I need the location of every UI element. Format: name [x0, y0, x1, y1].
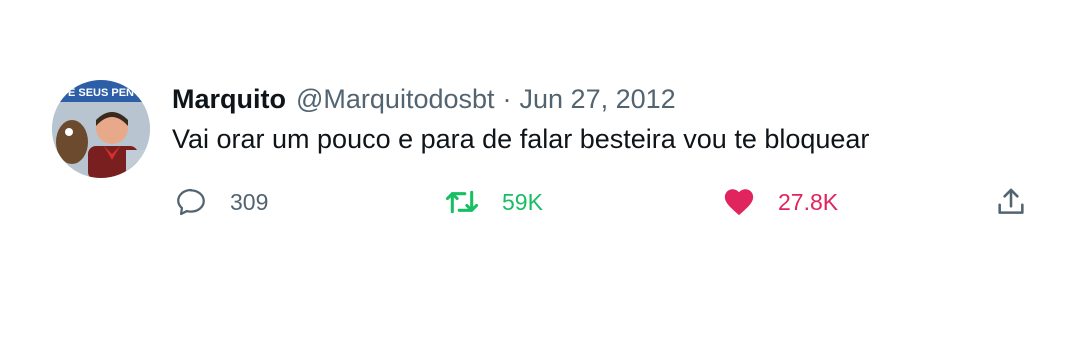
retweet-button[interactable]: 59K — [444, 182, 543, 222]
tweet-text: Vai orar um pouco e para de falar bestei… — [172, 124, 870, 154]
avatar-image: E SEUS PEN — [52, 80, 150, 178]
reply-count: 309 — [230, 188, 269, 215]
tweet-date[interactable]: Jun 27, 2012 — [520, 82, 676, 116]
share-icon — [998, 188, 1024, 214]
like-button[interactable]: 27.8K — [722, 182, 838, 222]
share-button[interactable] — [994, 182, 1028, 222]
tweet-body: Marquito @Marquitodosbt · Jun 27, 2012 V… — [172, 82, 1040, 156]
tweet-header: Marquito @Marquitodosbt · Jun 27, 2012 — [172, 82, 1040, 116]
like-count: 27.8K — [778, 188, 839, 215]
separator-dot: · — [502, 84, 512, 114]
display-name[interactable]: Marquito — [172, 82, 286, 116]
reply-button[interactable]: 309 — [174, 182, 268, 222]
retweet-count: 59K — [502, 188, 543, 215]
retweet-icon — [445, 190, 479, 214]
avatar-banner-text: E SEUS PEN — [68, 87, 134, 99]
heart-icon — [724, 189, 754, 216]
user-handle[interactable]: @Marquitodosbt — [296, 82, 495, 116]
tweet: E SEUS PEN Marquito @Marquitodosbt · Jun… — [0, 0, 1080, 360]
reply-icon — [177, 188, 205, 216]
avatar[interactable]: E SEUS PEN — [52, 80, 150, 178]
tweet-actions: 309 59K 27.8K — [172, 182, 1042, 222]
